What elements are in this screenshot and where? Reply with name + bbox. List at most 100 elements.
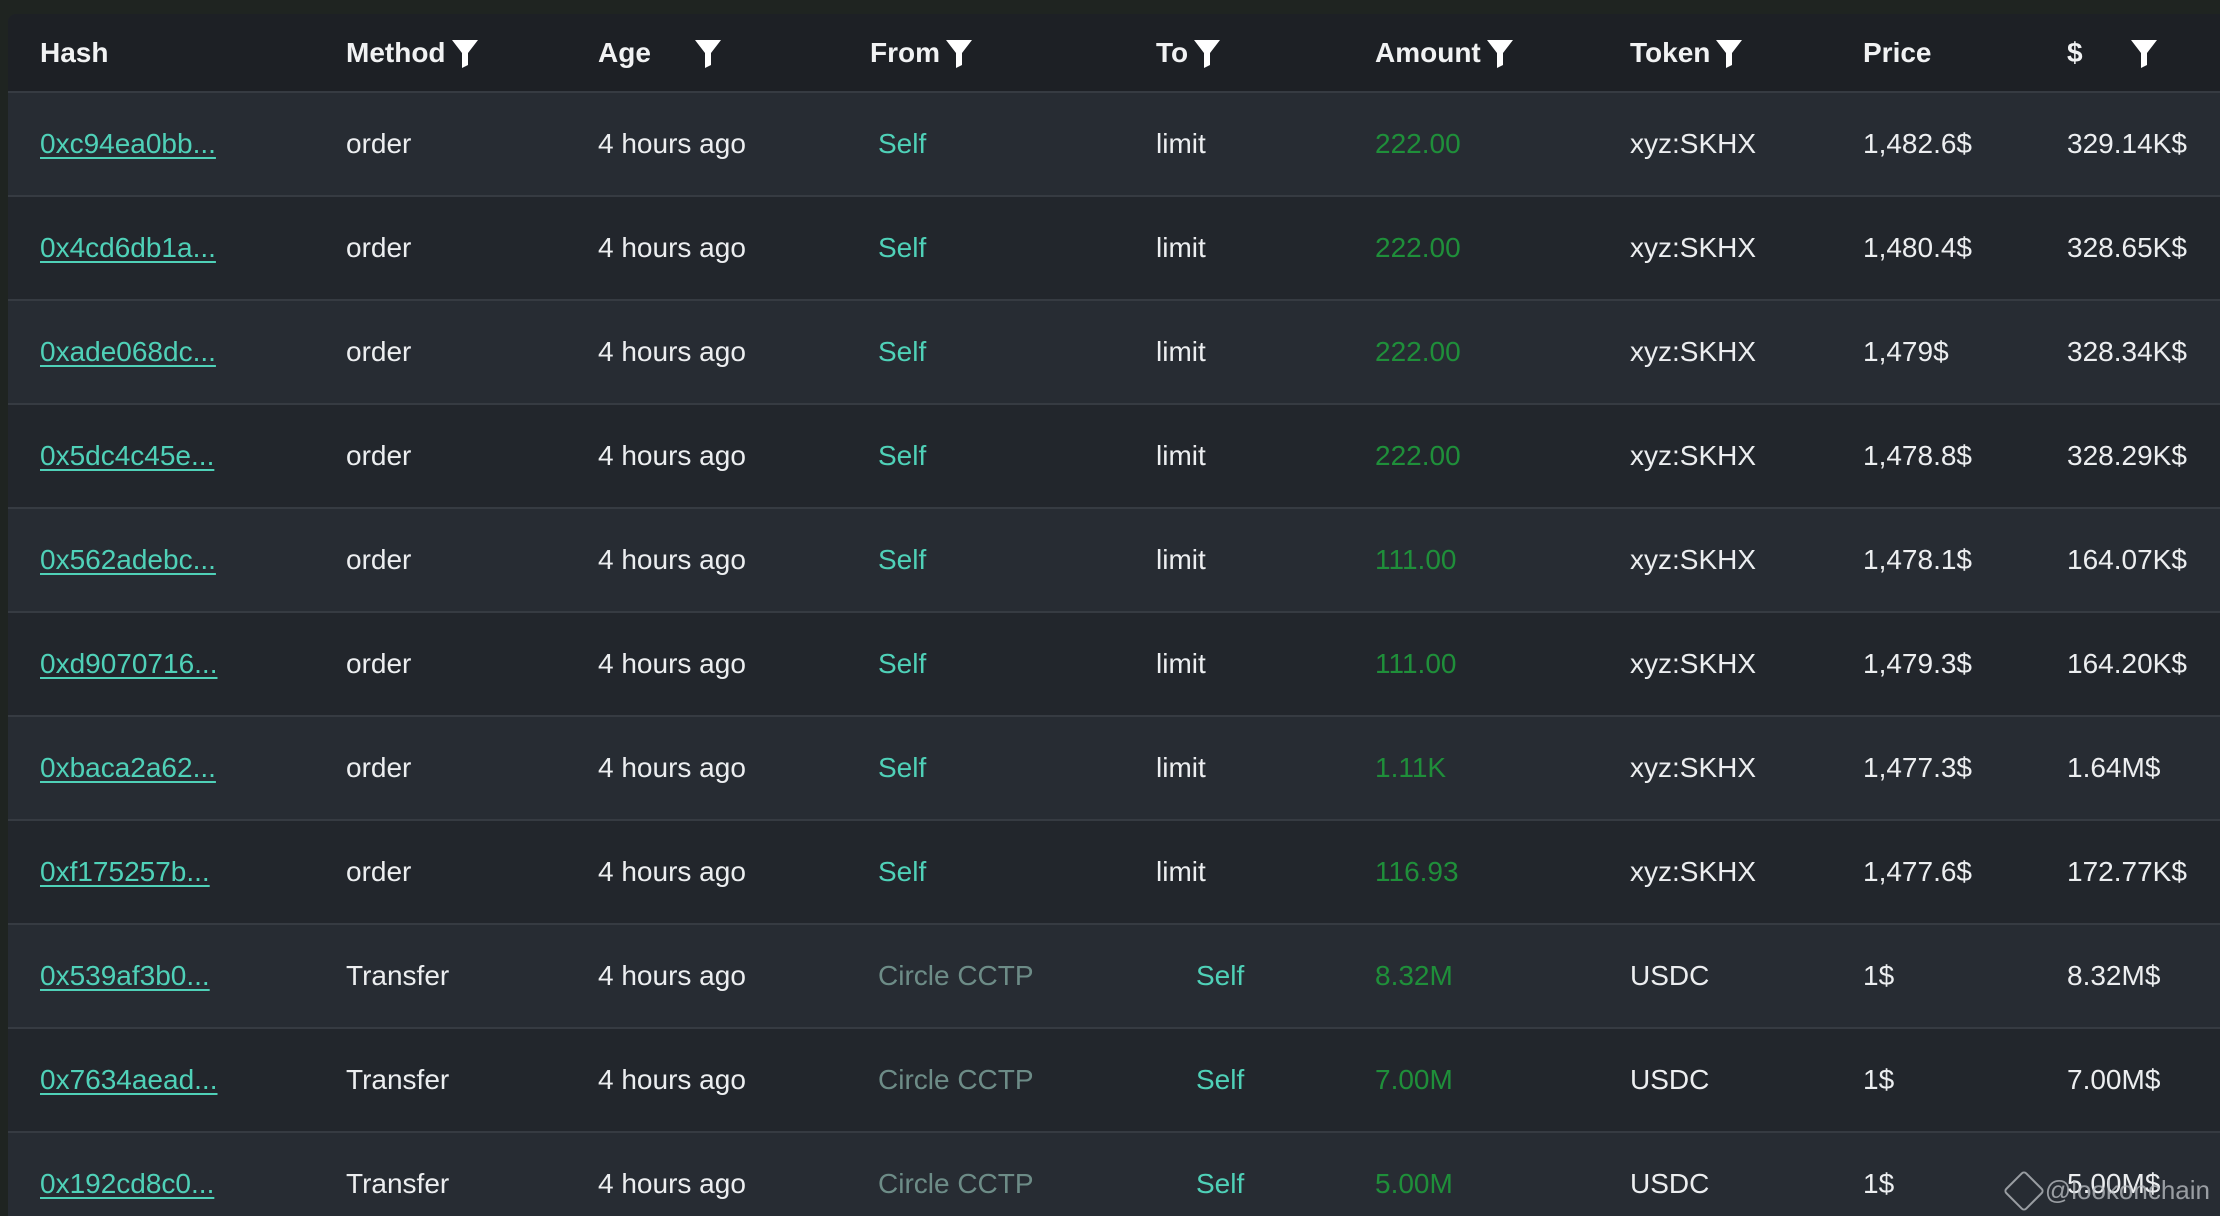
cell-method: Transfer [346,1168,450,1199]
cell-price: 1,482.6$ [1863,128,1972,159]
cell-to: limit [1156,856,1206,887]
cell-age: 4 hours ago [598,648,746,679]
filter-icon[interactable] [450,37,480,69]
cell-from: Self [838,300,1124,404]
cell-method: order [346,336,412,367]
cell-method: order [346,752,412,783]
tx-hash-link[interactable]: 0xc94ea0bb... [40,128,216,159]
cell-hash: 0xade068dc... [8,300,314,404]
cell-hash: 0xf175257b... [8,820,314,924]
transactions-table-container: Hash Method Age From To Amount Token Pri… [8,14,2220,1216]
amount-value: 8.32M [1375,960,1453,991]
from-address-link[interactable]: Circle CCTP [878,1168,1034,1199]
cell-usd: 1.64M$ [2067,752,2161,783]
cell-age: 4 hours ago [598,128,746,159]
tx-hash-link[interactable]: 0xd9070716... [40,648,218,679]
cell-usd: 172.77K$ [2067,856,2187,887]
column-label-usd: $ [2067,36,2083,68]
from-address-link[interactable]: Self [878,128,926,159]
cell-price: 1,479$ [1863,336,1949,367]
filter-icon[interactable] [1485,37,1515,69]
from-address-link[interactable]: Self [878,440,926,471]
from-address-link[interactable]: Self [878,232,926,263]
to-address-link[interactable]: Self [1156,1064,1244,1095]
amount-value: 5.00M [1375,1168,1453,1199]
from-address-link[interactable]: Circle CCTP [878,1064,1034,1095]
cell-age: 4 hours ago [598,1064,746,1095]
table-row: 0x4cd6db1a... order 4 hours ago Self lim… [8,196,2220,300]
cell-amount: 222.00 [1343,196,1598,300]
cell-price: 1$ [1863,1064,1895,1095]
cell-token: USDC [1630,960,1710,991]
cell-amount: 222.00 [1343,404,1598,508]
cell-from: Circle CCTP [838,1132,1124,1216]
filter-icon[interactable] [944,37,974,69]
table-row: 0x7634aead... Transfer 4 hours ago Circl… [8,1028,2220,1132]
cell-from: Self [838,196,1124,300]
cell-token: xyz:SKHX [1630,336,1757,367]
cell-to: Self [1124,924,1343,1028]
cell-to: limit [1156,232,1206,263]
cell-amount: 5.00M [1343,1132,1598,1216]
tx-hash-link[interactable]: 0xbaca2a62... [40,752,216,783]
cell-age: 4 hours ago [598,960,746,991]
to-address-link[interactable]: Self [1156,960,1244,991]
tx-hash-link[interactable]: 0x539af3b0... [40,960,210,991]
cell-usd: 8.32M$ [2067,960,2161,991]
from-address-link[interactable]: Self [878,856,926,887]
cell-amount: 116.93 [1343,820,1598,924]
from-address-link[interactable]: Circle CCTP [878,960,1034,991]
cell-usd: 328.34K$ [2067,336,2187,367]
cell-method: order [346,648,412,679]
tx-hash-link[interactable]: 0x192cd8c0... [40,1168,214,1199]
cell-price: 1,477.6$ [1863,856,1972,887]
cell-price: 1,480.4$ [1863,232,1972,263]
cell-method: order [346,544,412,575]
cell-token: USDC [1630,1168,1710,1199]
from-address-link[interactable]: Self [878,336,926,367]
column-header-usd: $ [2047,14,2220,93]
cell-token: xyz:SKHX [1630,752,1757,783]
cell-hash: 0xd9070716... [8,612,314,716]
filter-icon[interactable] [1714,37,1744,69]
cell-amount: 7.00M [1343,1028,1598,1132]
cell-amount: 222.00 [1343,300,1598,404]
tx-hash-link[interactable]: 0xade068dc... [40,336,216,367]
amount-value: 116.93 [1375,856,1459,887]
tx-hash-link[interactable]: 0xf175257b... [40,856,210,887]
filter-icon[interactable] [693,37,723,69]
cell-hash: 0xbaca2a62... [8,716,314,820]
filter-icon[interactable] [2129,37,2159,69]
from-address-link[interactable]: Self [878,752,926,783]
cell-hash: 0x192cd8c0... [8,1132,314,1216]
table-row: 0x192cd8c0... Transfer 4 hours ago Circl… [8,1132,2220,1216]
cell-amount: 1.11K [1343,716,1598,820]
to-address-link[interactable]: Self [1156,1168,1244,1199]
filter-icon[interactable] [1192,37,1222,69]
table-row: 0xc94ea0bb... order 4 hours ago Self lim… [8,92,2220,196]
cell-hash: 0x7634aead... [8,1028,314,1132]
cell-usd: 7.00M$ [2067,1064,2161,1095]
cell-age: 4 hours ago [598,856,746,887]
cell-amount: 222.00 [1343,92,1598,196]
tx-hash-link[interactable]: 0x4cd6db1a... [40,232,216,263]
cell-usd: 328.65K$ [2067,232,2187,263]
tx-hash-link[interactable]: 0x562adebc... [40,544,216,575]
cell-hash: 0x5dc4c45e... [8,404,314,508]
cell-price: 1,478.8$ [1863,440,1972,471]
cell-hash: 0x4cd6db1a... [8,196,314,300]
column-label-hash: Hash [40,36,109,68]
from-address-link[interactable]: Self [878,648,926,679]
tx-hash-link[interactable]: 0x7634aead... [40,1064,218,1095]
column-label-token: Token [1630,36,1711,68]
from-address-link[interactable]: Self [878,544,926,575]
cell-from: Self [838,820,1124,924]
cell-to: limit [1156,440,1206,471]
cell-method: order [346,440,412,471]
cell-age: 4 hours ago [598,232,746,263]
cell-hash: 0x539af3b0... [8,924,314,1028]
tx-hash-link[interactable]: 0x5dc4c45e... [40,440,214,471]
column-header-age: Age [566,14,838,93]
cell-token: xyz:SKHX [1630,128,1757,159]
table-row: 0x562adebc... order 4 hours ago Self lim… [8,508,2220,612]
